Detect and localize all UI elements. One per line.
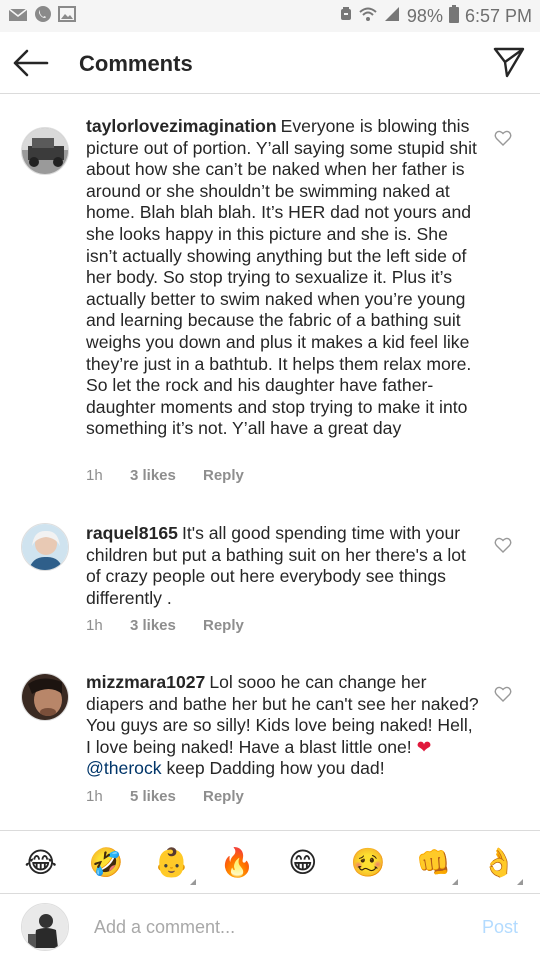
avatar[interactable]	[21, 127, 69, 175]
post-button[interactable]: Post	[482, 917, 518, 938]
emoji-baby[interactable]: 👶	[150, 845, 196, 885]
emoji-woozy[interactable]: 🥴	[346, 846, 390, 879]
emoji-fire[interactable]: 🔥	[215, 846, 259, 879]
mention-link[interactable]: @therock	[86, 758, 162, 778]
emoji-grinning[interactable]: 😁	[281, 846, 325, 879]
heart-icon[interactable]	[494, 536, 512, 554]
comment-username[interactable]: taylorlovezimagination	[86, 116, 277, 136]
quick-emoji-bar: 😂 🤣 👶 🔥 😁 🥴 👊 👌	[0, 830, 540, 894]
comment-time: 1h	[86, 467, 103, 484]
comment-body: Everyone is blowing this picture out of …	[86, 116, 477, 439]
add-comment-bar: Post	[0, 895, 540, 960]
reply-button[interactable]: Reply	[203, 617, 244, 634]
comment-time: 1h	[86, 788, 103, 805]
share-button[interactable]	[492, 45, 526, 79]
emoji-glyph: 👊	[416, 845, 452, 879]
comment-time: 1h	[86, 617, 103, 634]
comment-meta: 1h 3 likes Reply	[86, 617, 244, 634]
notification-icons	[8, 5, 76, 28]
emoji-ok-hand[interactable]: 👌	[477, 845, 524, 885]
emoji-glyph: 👶	[154, 845, 190, 879]
skin-tone-indicator	[189, 878, 196, 885]
comment-username[interactable]: mizzmara1027	[86, 672, 205, 692]
back-button[interactable]	[12, 46, 50, 80]
emoji-tears-of-joy[interactable]: 😂	[19, 846, 63, 879]
skin-tone-indicator	[517, 878, 524, 885]
direct-send-icon	[493, 47, 525, 78]
heart-icon[interactable]	[494, 129, 512, 147]
system-icons: 98% 6:57 PM	[339, 4, 532, 28]
emoji-rolling-laughing[interactable]: 🤣	[84, 846, 128, 879]
status-time: 6:57 PM	[464, 5, 532, 26]
battery-percent: 98%	[406, 5, 443, 26]
comment-input[interactable]	[94, 914, 454, 940]
alarm-icon	[339, 6, 353, 27]
comment-likes[interactable]: 3 likes	[130, 467, 203, 484]
comment-meta: 1h 3 likes Reply	[86, 467, 244, 484]
emoji-glyph: 👌	[481, 845, 517, 879]
wifi-icon	[359, 6, 377, 27]
heart-icon[interactable]	[494, 685, 512, 703]
comment-text: mizzmara1027 Lol sooo he can change her d…	[86, 672, 481, 780]
mail-icon	[8, 6, 28, 27]
comment-username[interactable]: raquel8165	[86, 523, 178, 543]
emoji-fist[interactable]: 👊	[412, 845, 458, 885]
reply-button[interactable]: Reply	[203, 467, 244, 484]
comment-likes[interactable]: 5 likes	[130, 788, 203, 805]
signal-icon	[383, 6, 401, 27]
reply-button[interactable]: Reply	[203, 788, 244, 805]
arrow-left-icon	[13, 49, 49, 77]
status-bar: 98% 6:57 PM	[0, 0, 540, 32]
whatsapp-icon	[34, 5, 52, 28]
skin-tone-indicator	[451, 878, 458, 885]
comment-text: taylorlovezimagination Everyone is blowin…	[86, 116, 481, 440]
avatar	[21, 903, 69, 951]
page-title: Comments	[79, 51, 193, 76]
avatar[interactable]	[21, 673, 69, 721]
avatar[interactable]	[21, 523, 69, 571]
comment-likes[interactable]: 3 likes	[130, 617, 203, 634]
image-icon	[58, 5, 76, 27]
comment-meta: 1h 5 likes Reply	[86, 788, 244, 805]
red-heart-emoji: ❤	[416, 736, 432, 757]
header-bar: Comments	[0, 32, 540, 94]
comment-text: raquel8165 It's all good spending time wi…	[86, 523, 481, 609]
battery-icon	[448, 4, 459, 28]
comment-body-end: keep Dadding how you dad!	[166, 758, 385, 779]
